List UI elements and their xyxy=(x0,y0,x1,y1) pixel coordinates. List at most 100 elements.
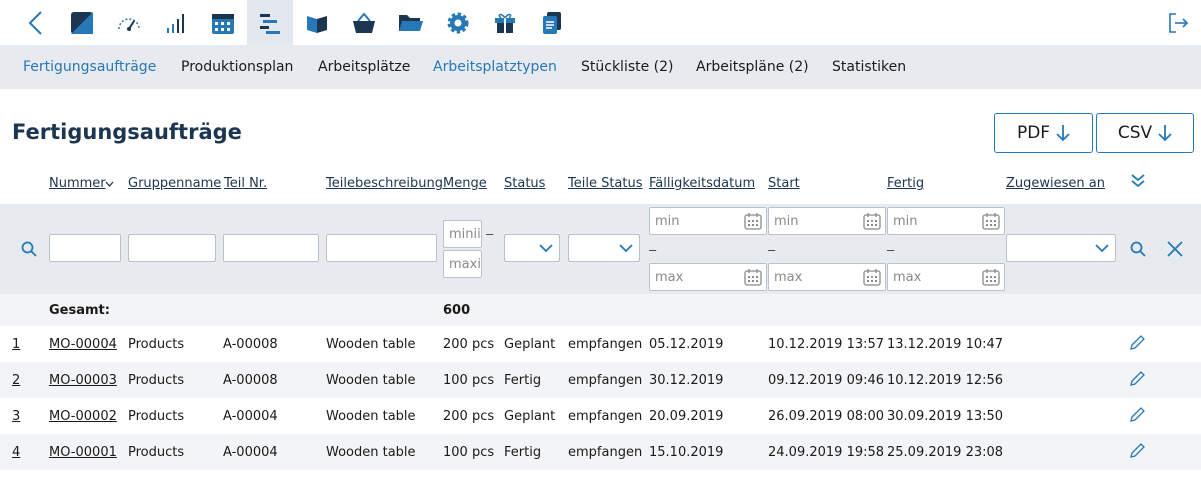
row-nummer-link[interactable]: MO-00004 xyxy=(49,337,117,352)
row-menge: 200 pcs xyxy=(443,337,495,352)
calendar-icon[interactable] xyxy=(982,268,1000,286)
row-menge: 100 pcs xyxy=(443,373,495,388)
row-index-link[interactable]: 3 xyxy=(12,409,20,424)
page-title: Fertigungsaufträge xyxy=(12,120,242,144)
book-icon[interactable] xyxy=(294,0,340,45)
filter-menge-max-input[interactable]: maxi xyxy=(443,250,482,278)
speedometer-icon[interactable] xyxy=(106,0,152,45)
pencil-icon[interactable] xyxy=(1129,335,1145,351)
placeholder-max: max xyxy=(774,270,803,285)
header-teile-status[interactable]: Teile Status xyxy=(568,176,643,191)
close-icon[interactable] xyxy=(1167,241,1183,257)
filter-faellig-max[interactable]: max xyxy=(649,263,767,291)
subnav-item-stueckliste[interactable]: Stückliste (2) xyxy=(581,59,674,75)
csv-export-button[interactable]: CSV xyxy=(1096,113,1194,153)
header-gruppenname[interactable]: Gruppenname xyxy=(128,176,221,191)
filter-faellig-min[interactable]: min xyxy=(649,207,767,235)
calendar-icon[interactable] xyxy=(744,268,762,286)
row-teile-status: empfangen xyxy=(568,337,643,352)
pencil-icon[interactable] xyxy=(1129,371,1145,387)
search-icon[interactable] xyxy=(1130,241,1146,257)
header-fertig[interactable]: Fertig xyxy=(887,176,924,191)
calendar-icon[interactable] xyxy=(744,212,762,230)
filter-fertig-max[interactable]: max xyxy=(887,263,1005,291)
pencil-icon[interactable] xyxy=(1129,443,1145,459)
range-dash: – xyxy=(768,242,776,257)
filter-start-max[interactable]: max xyxy=(768,263,886,291)
arrow-down-icon xyxy=(1056,125,1070,142)
calendar-icon[interactable] xyxy=(200,0,246,45)
subnav-item-arbeitsplatztypen[interactable]: Arbeitsplatztypen xyxy=(433,59,557,75)
document-icon[interactable] xyxy=(529,0,575,45)
filter-status-select[interactable] xyxy=(504,234,560,262)
logout-icon[interactable] xyxy=(1163,8,1193,38)
filter-nummer-input[interactable] xyxy=(49,234,121,262)
sort-desc-icon[interactable] xyxy=(105,181,114,187)
subnav-item-arbeitsplaetze[interactable]: Arbeitsplätze xyxy=(318,59,410,75)
range-dash: – xyxy=(887,242,895,257)
chevron-down-icon xyxy=(539,244,553,253)
row-gruppe: Products xyxy=(128,445,185,460)
row-gruppe: Products xyxy=(128,409,185,424)
header-faelligkeitsdatum[interactable]: Fälligkeitsdatum xyxy=(649,176,755,191)
subnav-item-statistiken[interactable]: Statistiken xyxy=(832,59,906,75)
basket-icon[interactable] xyxy=(341,0,387,45)
row-start: 10.12.2019 13:57 xyxy=(768,337,885,352)
header-start[interactable]: Start xyxy=(768,176,800,191)
calendar-icon[interactable] xyxy=(982,212,1000,230)
subnav-item-arbeitsplaene[interactable]: Arbeitspläne (2) xyxy=(696,59,809,75)
row-teile-status: empfangen xyxy=(568,373,643,388)
total-menge: 600 xyxy=(443,303,471,318)
row-nummer-link[interactable]: MO-00001 xyxy=(49,445,117,460)
subnav-item-fertigungsauftraege[interactable]: Fertigungsaufträge xyxy=(23,59,156,75)
subnav-item-produktionsplan[interactable]: Produktionsplan xyxy=(181,59,293,75)
csv-label: CSV xyxy=(1117,123,1153,143)
back-icon[interactable] xyxy=(12,0,58,45)
table-row: 4 MO-00001 Products A-00004 Wooden table… xyxy=(0,434,1201,470)
filter-row: minii – maxi min – max min – max min – m… xyxy=(0,204,1201,294)
placeholder-max: max xyxy=(893,270,922,285)
row-gruppe: Products xyxy=(128,337,185,352)
row-faellig: 05.12.2019 xyxy=(649,337,724,352)
row-fertig: 13.12.2019 10:47 xyxy=(887,337,1004,352)
pdf-export-button[interactable]: PDF xyxy=(994,113,1093,153)
row-index-link[interactable]: 1 xyxy=(12,337,20,352)
double-chevron-down-icon[interactable] xyxy=(1130,173,1146,189)
dashboard-icon[interactable] xyxy=(59,0,105,45)
folder-icon[interactable] xyxy=(388,0,434,45)
header-teilebeschreibung[interactable]: Teilebeschreibung xyxy=(326,176,443,191)
row-index-link[interactable]: 2 xyxy=(12,373,20,388)
row-fertig: 10.12.2019 12:56 xyxy=(887,373,1004,388)
filter-teil-nr-input[interactable] xyxy=(223,234,319,262)
header-nummer[interactable]: Nummer xyxy=(49,176,106,191)
filter-start-min[interactable]: min xyxy=(768,207,886,235)
filter-teile-status-select[interactable] xyxy=(568,234,640,262)
gear-icon[interactable] xyxy=(435,0,481,45)
filter-zugewiesen-select[interactable] xyxy=(1006,234,1116,262)
row-status: Fertig xyxy=(504,445,542,460)
row-nummer-link[interactable]: MO-00003 xyxy=(49,373,117,388)
signal-bars-icon[interactable] xyxy=(153,0,199,45)
pencil-icon[interactable] xyxy=(1129,407,1145,423)
row-fertig: 25.09.2019 23:08 xyxy=(887,445,1004,460)
gift-icon[interactable] xyxy=(482,0,528,45)
calendar-icon[interactable] xyxy=(863,212,881,230)
row-status: Geplant xyxy=(504,337,556,352)
top-toolbar xyxy=(0,0,1201,45)
row-teil: A-00004 xyxy=(223,445,278,460)
filter-gruppenname-input[interactable] xyxy=(128,234,216,262)
row-menge: 100 pcs xyxy=(443,445,495,460)
calendar-icon[interactable] xyxy=(863,268,881,286)
header-status[interactable]: Status xyxy=(504,176,545,191)
header-teil-nr[interactable]: Teil Nr. xyxy=(224,176,267,191)
row-nummer-link[interactable]: MO-00002 xyxy=(49,409,117,424)
header-menge[interactable]: Menge xyxy=(443,176,487,191)
row-index-link[interactable]: 4 xyxy=(12,445,20,460)
header-zugewiesen-an[interactable]: Zugewiesen an xyxy=(1006,176,1105,191)
filter-menge-min-input[interactable]: minii xyxy=(443,220,482,248)
filter-fertig-min[interactable]: min xyxy=(887,207,1005,235)
arrow-down-icon xyxy=(1158,125,1172,142)
gantt-icon[interactable] xyxy=(247,0,293,45)
placeholder-min: min xyxy=(655,214,680,229)
filter-teilebeschreibung-input[interactable] xyxy=(326,234,437,262)
